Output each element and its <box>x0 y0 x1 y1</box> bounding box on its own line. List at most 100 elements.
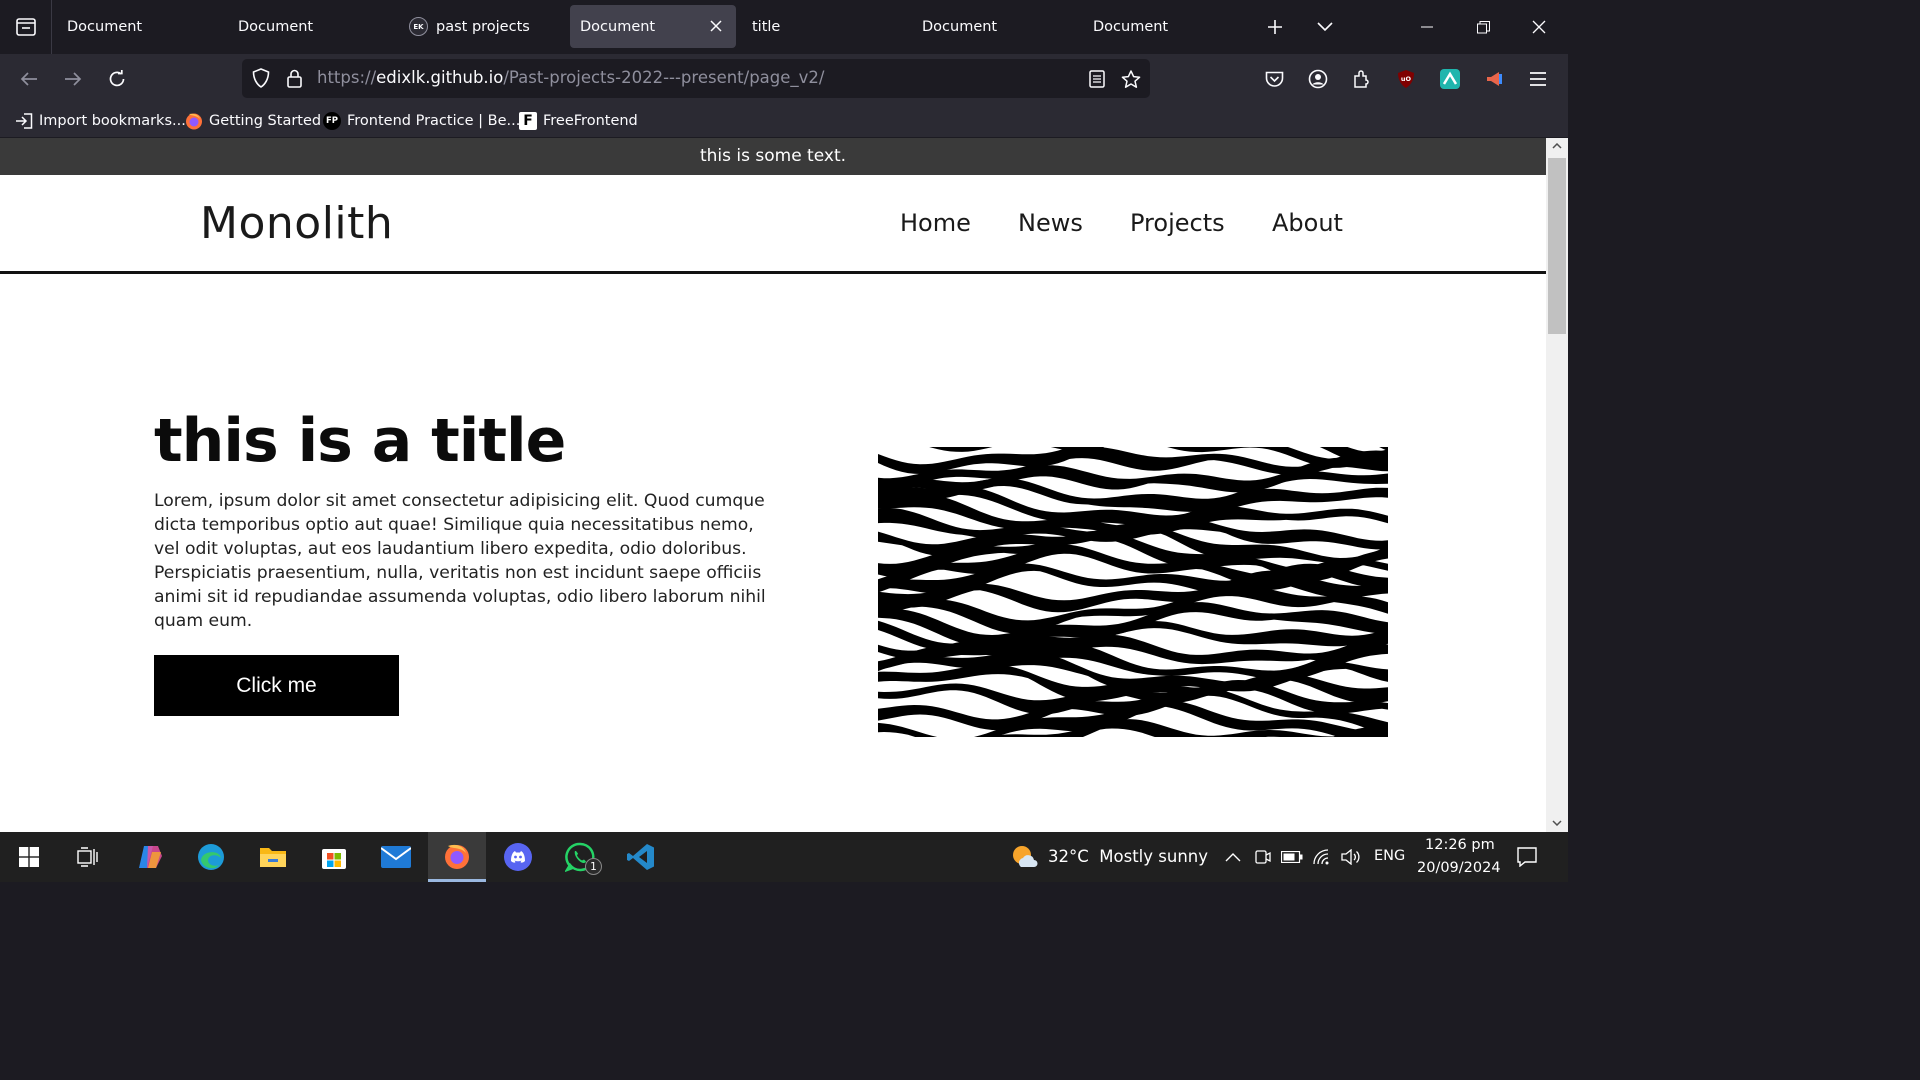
restore-button[interactable] <box>1468 14 1498 40</box>
battery-icon[interactable] <box>1280 846 1304 868</box>
teal-extension-icon <box>1440 69 1460 89</box>
firefox-view-button[interactable] <box>0 0 52 54</box>
pocket-button[interactable] <box>1261 66 1287 92</box>
firefox-taskbar-button[interactable] <box>428 832 486 882</box>
nav-link-news[interactable]: News <box>1018 209 1083 237</box>
page-scrollbar[interactable] <box>1546 138 1568 832</box>
close-window-button[interactable] <box>1524 14 1554 40</box>
vscode-icon <box>627 844 654 870</box>
reload-icon <box>109 70 125 87</box>
store-icon <box>322 849 346 869</box>
bookmark-label: Frontend Practice | Be... <box>347 113 521 129</box>
bookmark-frontend-practice[interactable]: FP Frontend Practice | Be... <box>323 110 520 132</box>
notifications-button[interactable] <box>1514 845 1540 869</box>
ublock-shield-icon: uO <box>1398 70 1414 88</box>
volume-icon[interactable] <box>1339 846 1363 868</box>
bookmark-freefrontend[interactable]: F FreeFrontend <box>519 110 638 132</box>
scroll-down-arrow-icon[interactable] <box>1551 817 1563 829</box>
bookmark-getting-started[interactable]: Getting Started <box>185 110 321 132</box>
firefox-view-icon <box>15 18 36 36</box>
tab-past-projects[interactable]: EK past projects <box>399 5 563 48</box>
tab-label: Document <box>1093 18 1169 35</box>
scroll-up-arrow-icon[interactable] <box>1551 140 1563 152</box>
reload-button[interactable] <box>104 66 130 92</box>
nav-link-home[interactable]: Home <box>900 209 971 237</box>
task-view-icon <box>77 847 98 867</box>
bookmark-label: FreeFrontend <box>543 113 638 129</box>
vscode-button[interactable] <box>612 832 670 882</box>
minimize-icon <box>1421 26 1433 28</box>
close-tab-icon[interactable] <box>706 16 726 36</box>
tab-document-7[interactable]: Document <box>1083 5 1247 48</box>
start-button[interactable] <box>0 832 58 882</box>
hamburger-menu-icon <box>1530 72 1546 86</box>
discord-button[interactable] <box>489 832 547 882</box>
extension-teal-button[interactable] <box>1437 66 1463 92</box>
input-language[interactable]: ENG <box>1374 848 1405 864</box>
tab-document-active[interactable]: Document <box>570 5 736 48</box>
hero-paragraph: Lorem, ipsum dolor sit amet consectetur … <box>154 491 766 631</box>
list-all-tabs-button[interactable] <box>1312 14 1338 40</box>
wifi-icon[interactable] <box>1311 846 1335 868</box>
click-me-button[interactable]: Click me <box>154 655 399 716</box>
chevron-up-icon <box>1225 852 1241 861</box>
whatsapp-button[interactable]: 1 <box>551 832 609 882</box>
back-button[interactable] <box>16 66 42 92</box>
tab-document-6[interactable]: Document <box>912 5 1076 48</box>
tab-document-2[interactable]: Document <box>228 5 392 48</box>
extension-megaphone-button[interactable] <box>1481 66 1507 92</box>
tracking-protection-shield-icon[interactable] <box>251 68 271 88</box>
weather-widget[interactable]: 32°C Mostly sunny <box>1048 847 1208 866</box>
nav-link-about[interactable]: About <box>1272 209 1343 237</box>
windows-taskbar: 1 32°C Mostly sunny ENG 12:26 pm 20/09/2… <box>0 832 1568 882</box>
firefox-icon <box>445 844 469 869</box>
folder-icon <box>260 848 286 867</box>
clock-time[interactable]: 12:26 pm <box>1425 837 1495 853</box>
url-text[interactable]: https://edixlk.github.io/Past-projects-2… <box>317 68 825 87</box>
chevron-down-icon <box>1317 22 1333 32</box>
url-bar[interactable]: https://edixlk.github.io/Past-projects-2… <box>242 59 1150 98</box>
ublock-origin-button[interactable]: uO <box>1393 66 1419 92</box>
url-host: edixlk.github.io <box>376 68 504 87</box>
extensions-button[interactable] <box>1349 66 1375 92</box>
reader-view-icon[interactable] <box>1086 68 1108 90</box>
hero-wave-image <box>878 447 1392 737</box>
url-path: /Past-projects-2022---present/page_v2/ <box>503 68 825 87</box>
web-page: this is some text. Monolith Home News Pr… <box>0 138 1546 832</box>
notification-icon <box>1517 847 1537 867</box>
pocket-icon <box>1265 71 1283 87</box>
tab-label: Document <box>922 18 998 35</box>
windows-logo-icon <box>19 847 39 867</box>
plus-icon <box>1268 20 1282 34</box>
bookmark-star-icon[interactable] <box>1120 68 1142 90</box>
clock-date[interactable]: 20/09/2024 <box>1417 860 1501 876</box>
mail-button[interactable] <box>367 832 425 882</box>
scrollbar-thumb[interactable] <box>1548 158 1566 334</box>
arrow-right-icon <box>65 72 82 86</box>
firefox-icon <box>185 112 203 130</box>
copilot-button[interactable] <box>121 832 179 882</box>
app-menu-button[interactable] <box>1525 66 1551 92</box>
tab-label: Document <box>238 18 314 35</box>
account-button[interactable] <box>1305 66 1331 92</box>
nav-link-projects[interactable]: Projects <box>1130 209 1225 237</box>
task-view-button[interactable] <box>59 832 117 882</box>
bookmark-import[interactable]: Import bookmarks... <box>15 110 186 132</box>
edge-button[interactable] <box>182 832 240 882</box>
tab-title[interactable]: title <box>742 5 906 48</box>
lock-icon[interactable] <box>284 67 304 89</box>
file-explorer-button[interactable] <box>244 832 302 882</box>
tab-document-1[interactable]: Document <box>57 5 221 48</box>
ek-favicon-icon: EK <box>409 17 428 36</box>
weather-icon[interactable] <box>1010 843 1038 871</box>
restore-icon <box>1476 20 1490 33</box>
new-tab-button[interactable] <box>1262 14 1288 40</box>
meet-now-icon[interactable] <box>1252 846 1274 868</box>
forward-button[interactable] <box>60 66 86 92</box>
hero-title: this is a title <box>154 406 566 476</box>
microsoft-store-button[interactable] <box>305 832 363 882</box>
show-hidden-icons-button[interactable] <box>1222 847 1244 867</box>
site-logo[interactable]: Monolith <box>200 198 393 249</box>
minimize-button[interactable] <box>1412 14 1442 40</box>
tab-strip: Document Document EK past projects Docum… <box>0 0 1568 54</box>
